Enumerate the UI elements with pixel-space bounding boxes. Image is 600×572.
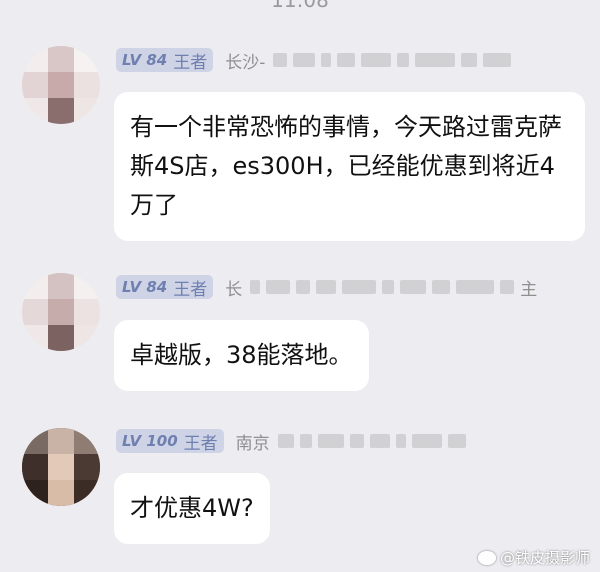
status-time: 11:08: [271, 0, 329, 12]
level-badge: LV 84 王者: [116, 275, 214, 300]
redacted-username: [273, 53, 512, 67]
message-meta: LV 100 王者 南京: [116, 428, 466, 454]
watermark: @铁皮摄影师: [477, 547, 590, 568]
message-text: 有一个非常恐怖的事情，今天路过雷克萨斯4S店，es300H，已经能优惠到将近4万…: [130, 113, 562, 219]
level-text: LV 84: [122, 51, 168, 69]
level-text: LV 84: [122, 278, 168, 296]
username[interactable]: 长: [225, 275, 242, 300]
message-bubble[interactable]: 才优惠4W?: [114, 473, 270, 544]
message-bubble[interactable]: 卓越版，38能落地。: [114, 320, 369, 391]
avatar[interactable]: [22, 273, 100, 351]
watermark-text: @铁皮摄影师: [499, 549, 590, 567]
redacted-username: [250, 280, 515, 294]
weibo-icon: [477, 550, 496, 565]
message-meta: LV 84 王者 长 主: [116, 274, 537, 300]
message-bubble[interactable]: 有一个非常恐怖的事情，今天路过雷克萨斯4S店，es300H，已经能优惠到将近4万…: [114, 92, 585, 241]
message-meta: LV 84 王者 长沙-: [116, 47, 512, 73]
username[interactable]: 南京: [236, 429, 270, 454]
level-text: LV 100: [122, 432, 178, 450]
rank-label: 王者: [183, 433, 218, 454]
rank-label: 王者: [173, 52, 208, 73]
username[interactable]: 长沙-: [225, 48, 265, 73]
message-text: 卓越版，38能落地。: [130, 341, 353, 369]
rank-label: 王者: [173, 279, 208, 300]
message-text: 才优惠4W?: [130, 494, 254, 522]
level-badge: LV 100 王者: [116, 429, 224, 454]
username-tail: 主: [520, 279, 538, 300]
redacted-username: [277, 434, 466, 448]
avatar[interactable]: [22, 428, 100, 506]
level-badge: LV 84 王者: [116, 48, 214, 73]
avatar[interactable]: [22, 46, 100, 124]
